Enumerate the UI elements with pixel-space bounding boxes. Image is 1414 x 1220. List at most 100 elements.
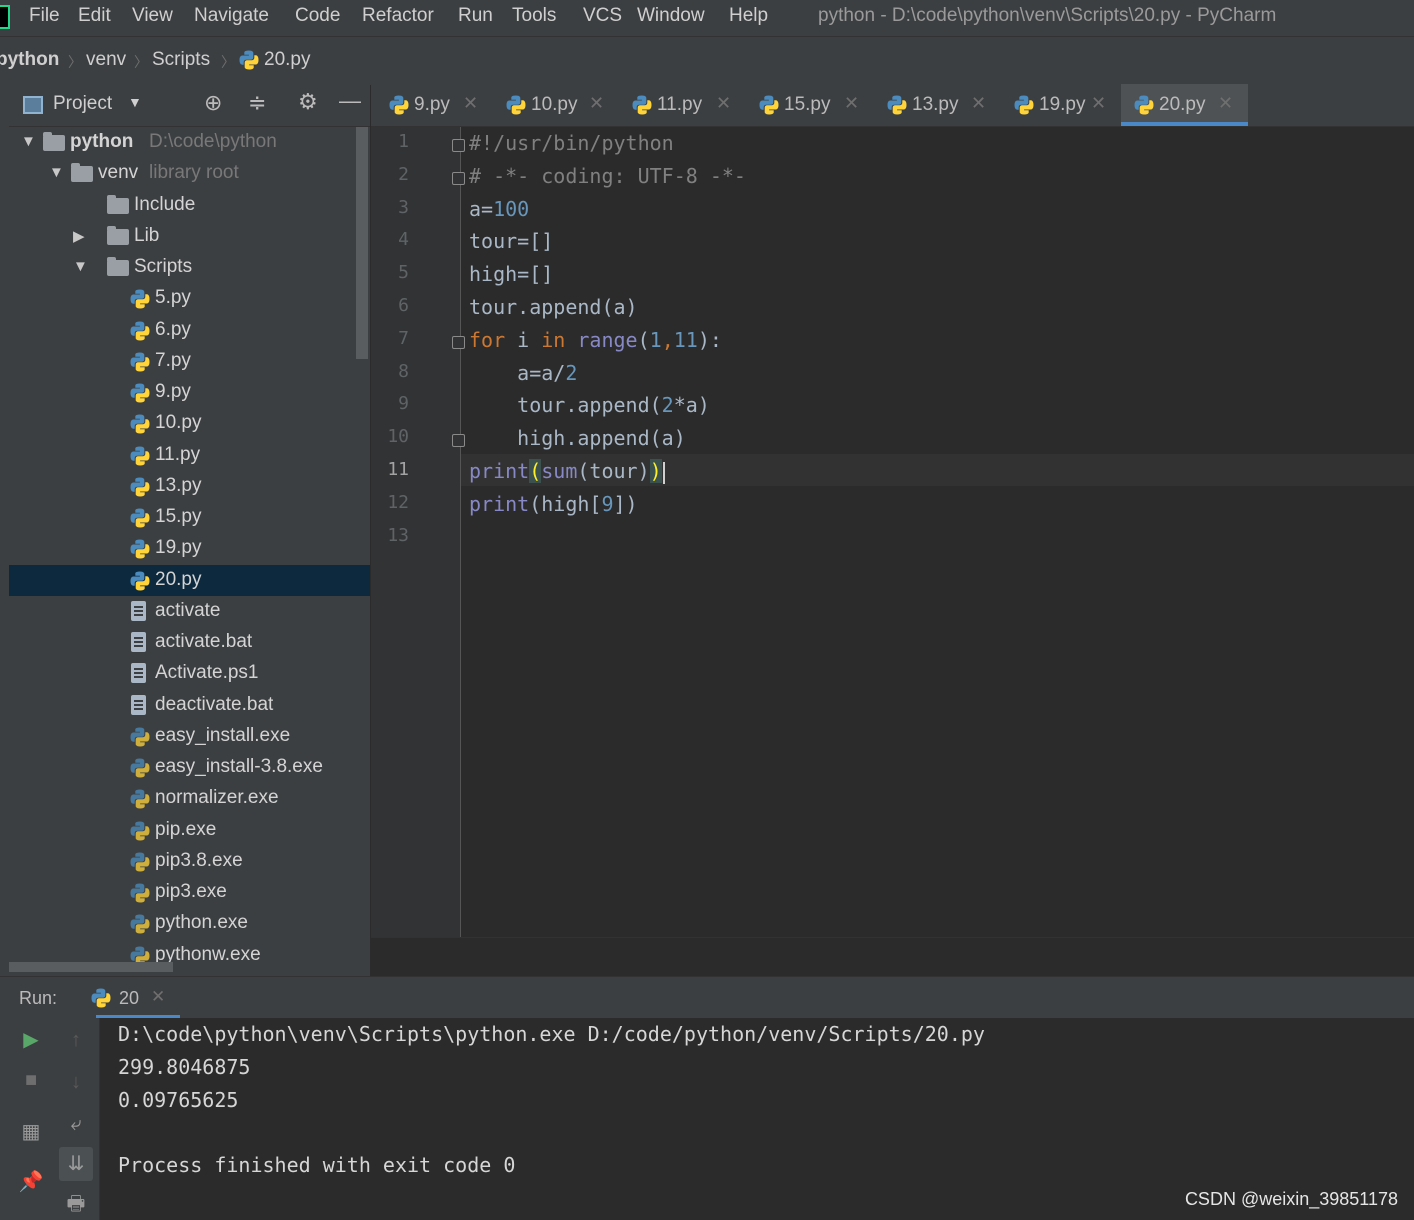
tree-item[interactable]: 11.py bbox=[9, 440, 370, 471]
menu-help[interactable]: Help bbox=[729, 5, 768, 27]
tree-item[interactable]: ▼ python D:\code\python bbox=[9, 127, 370, 158]
breadcrumb-item[interactable]: python bbox=[0, 49, 59, 71]
tree-item[interactable]: 15.py bbox=[9, 502, 370, 533]
fold-marker-icon[interactable] bbox=[452, 171, 465, 185]
menu-view[interactable]: View bbox=[132, 5, 173, 27]
menu-code[interactable]: Code bbox=[295, 5, 340, 27]
tree-item[interactable]: ▼ Scripts bbox=[9, 252, 370, 283]
arrow-down-icon[interactable]: ↓ bbox=[62, 1068, 90, 1096]
tree-item[interactable]: deactivate.bat bbox=[9, 690, 370, 721]
tree-item[interactable]: 20.py bbox=[9, 564, 370, 596]
tree-item[interactable]: easy_install-3.8.exe bbox=[9, 752, 370, 783]
tree-item[interactable]: 7.py bbox=[9, 346, 370, 377]
close-icon[interactable]: ✕ bbox=[971, 93, 986, 114]
menu-edit[interactable]: Edit bbox=[78, 5, 111, 27]
code-token: ): bbox=[697, 327, 722, 352]
print-icon[interactable]: 🖶 bbox=[62, 1190, 90, 1218]
menu-run[interactable]: Run bbox=[458, 5, 493, 27]
gear-icon[interactable]: ⚙ bbox=[298, 89, 318, 115]
tree-item-label: python.exe bbox=[155, 912, 248, 934]
tree-item[interactable]: activate.bat bbox=[9, 627, 370, 658]
tab-10-py[interactable]: 10.py ✕ bbox=[493, 84, 619, 126]
code-token: sum bbox=[541, 459, 578, 483]
tree-item[interactable]: pip.exe bbox=[9, 815, 370, 846]
code-token: ( bbox=[529, 459, 542, 483]
close-icon[interactable]: ✕ bbox=[716, 93, 731, 114]
tree-item[interactable]: 19.py bbox=[9, 533, 370, 564]
rerun-icon[interactable]: ▶ bbox=[17, 1026, 45, 1054]
menu-vcs[interactable]: VCS bbox=[583, 5, 622, 27]
collapse-all-icon[interactable]: ≑ bbox=[248, 90, 266, 116]
tree-item[interactable]: Activate.ps1 bbox=[9, 658, 370, 689]
tree-item-label: normalizer.exe bbox=[155, 787, 279, 809]
close-icon[interactable]: ✕ bbox=[1091, 93, 1106, 114]
tree-item[interactable]: 10.py bbox=[9, 408, 370, 439]
scroll-to-end-icon[interactable]: ⇊ bbox=[59, 1147, 93, 1181]
locate-icon[interactable]: ⊕ bbox=[204, 90, 222, 116]
chevron-down-icon[interactable]: ▼ bbox=[21, 133, 36, 150]
tree-item[interactable]: Include bbox=[9, 190, 370, 221]
tree-item[interactable]: 13.py bbox=[9, 471, 370, 502]
breadcrumb-item[interactable]: Scripts bbox=[152, 49, 210, 71]
menu-tools[interactable]: Tools bbox=[512, 5, 556, 27]
tab-11-py[interactable]: 11.py ✕ bbox=[619, 84, 746, 126]
tab-label: 15.py bbox=[784, 94, 831, 115]
tree-vertical-scrollbar[interactable] bbox=[356, 127, 368, 359]
line-number: 2 bbox=[398, 163, 409, 185]
tree-item-label: 20.py bbox=[155, 568, 202, 590]
tree-item[interactable]: normalizer.exe bbox=[9, 783, 370, 814]
fold-marker-icon[interactable] bbox=[452, 434, 465, 448]
soft-wrap-icon[interactable]: ⤶ bbox=[62, 1110, 90, 1138]
menu-window[interactable]: Window bbox=[637, 5, 705, 27]
tree-horizontal-scrollbar[interactable] bbox=[9, 962, 173, 972]
breadcrumb-item[interactable]: venv bbox=[86, 49, 126, 71]
tree-item-label: easy_install.exe bbox=[155, 724, 291, 746]
chevron-down-icon[interactable]: ▼ bbox=[128, 94, 142, 110]
menu-file[interactable]: File bbox=[29, 5, 60, 27]
tree-item-label: easy_install-3.8.exe bbox=[155, 756, 323, 777]
project-view-icon[interactable] bbox=[23, 96, 43, 114]
run-tab[interactable]: 20 ✕ bbox=[91, 977, 180, 1019]
tree-item[interactable]: pip3.8.exe bbox=[9, 846, 370, 877]
arrow-up-icon[interactable]: ↑ bbox=[62, 1026, 90, 1054]
code-token: *a) bbox=[673, 393, 710, 418]
chevron-down-icon[interactable]: ▼ bbox=[49, 164, 64, 181]
fold-marker-icon[interactable] bbox=[452, 335, 465, 349]
tree-item[interactable]: activate bbox=[9, 596, 370, 627]
menu-navigate[interactable]: Navigate bbox=[194, 5, 269, 27]
tree-item-label: Include bbox=[134, 193, 196, 215]
chevron-right-icon[interactable]: ▶ bbox=[73, 227, 85, 245]
hide-panel-icon[interactable]: — bbox=[339, 88, 361, 114]
fold-marker-icon[interactable] bbox=[452, 139, 465, 152]
code-editor[interactable]: 1 2 3 4 5 6 7 8 9 10 11 12 13 #!/usr/bin/python # -*-… bbox=[371, 127, 1414, 937]
close-icon[interactable]: ✕ bbox=[844, 93, 859, 114]
tree-item[interactable]: 9.py bbox=[9, 377, 370, 408]
close-icon[interactable]: ✕ bbox=[1218, 93, 1233, 114]
tab-13-py[interactable]: 13.py ✕ bbox=[874, 84, 1001, 126]
close-icon[interactable]: ✕ bbox=[463, 93, 478, 114]
project-view-selector[interactable]: Project bbox=[53, 93, 112, 115]
tree-item[interactable]: 6.py bbox=[9, 315, 370, 346]
code-token: 1 bbox=[649, 327, 662, 352]
close-icon[interactable]: ✕ bbox=[151, 987, 165, 1007]
stop-icon[interactable]: ■ bbox=[17, 1066, 45, 1094]
tree-item[interactable]: easy_install.exe bbox=[9, 721, 370, 752]
tree-item[interactable]: python.exe bbox=[9, 908, 370, 939]
tab-9-py[interactable]: 9.py ✕ bbox=[376, 84, 493, 126]
tab-19-py[interactable]: 19.py ✕ bbox=[1001, 84, 1121, 126]
tab-20-py[interactable]: 20.py ✕ bbox=[1121, 84, 1248, 126]
menu-refactor[interactable]: Refactor bbox=[362, 5, 434, 27]
tree-item[interactable]: pip3.exe bbox=[9, 877, 370, 908]
tree-item[interactable]: ▼ venv library root bbox=[9, 158, 370, 189]
text-file-icon bbox=[131, 694, 146, 715]
chevron-down-icon[interactable]: ▼ bbox=[73, 258, 88, 275]
python-file-icon bbox=[632, 95, 652, 115]
tab-15-py[interactable]: 15.py ✕ bbox=[746, 84, 874, 126]
tree-item[interactable]: 5.py bbox=[9, 283, 370, 314]
breadcrumb-item[interactable]: 20.py bbox=[264, 49, 310, 71]
pin-icon[interactable]: 📌 bbox=[17, 1168, 45, 1196]
layout-icon[interactable]: ▦ bbox=[17, 1118, 45, 1146]
tree-item[interactable]: ▶ Lib bbox=[9, 221, 370, 252]
python-file-icon bbox=[130, 321, 150, 340]
close-icon[interactable]: ✕ bbox=[589, 93, 604, 114]
